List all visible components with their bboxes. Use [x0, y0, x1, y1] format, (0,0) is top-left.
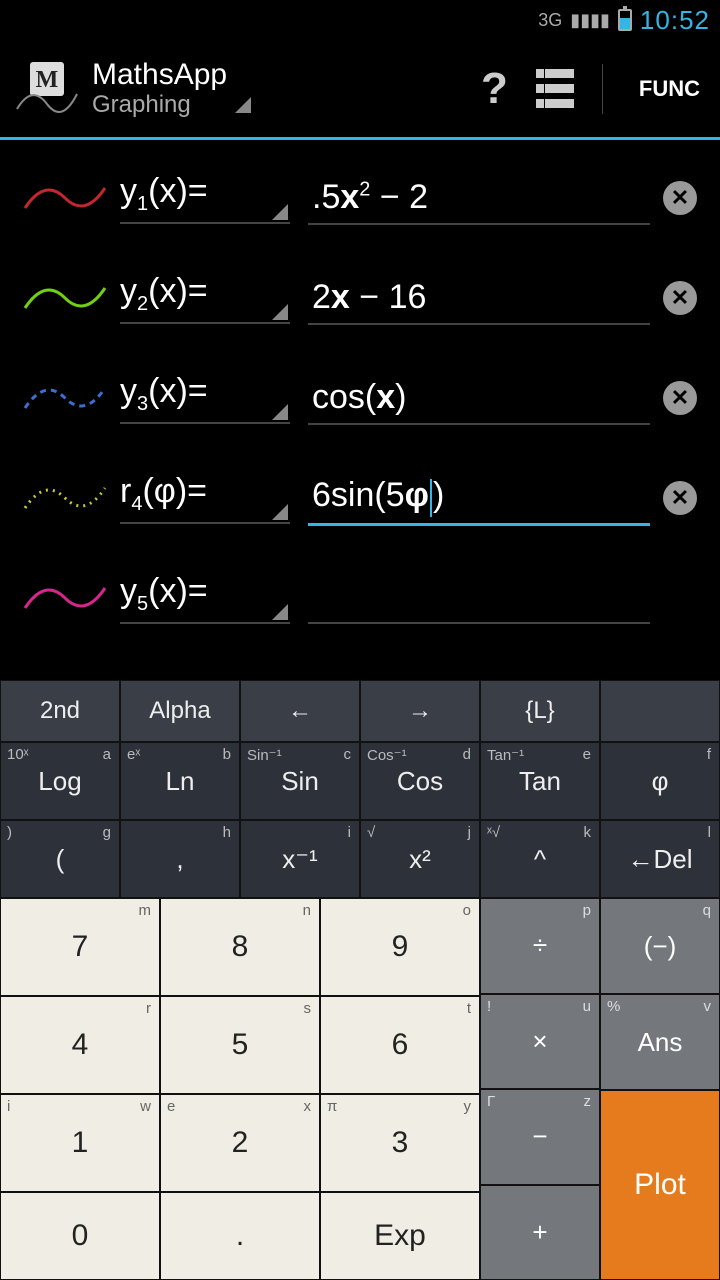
key-button[interactable]: . [160, 1192, 320, 1280]
divider [602, 64, 603, 114]
dropdown-icon [272, 304, 288, 320]
svg-text:M: M [36, 67, 59, 93]
dropdown-icon [235, 97, 251, 113]
key-button[interactable]: ← [240, 680, 360, 742]
func-button[interactable]: FUNC [631, 76, 708, 102]
network-icon: 3G [538, 10, 562, 31]
key-button[interactable]: ix⁻¹ [240, 820, 360, 898]
key-button[interactable]: eˣbLn [120, 742, 240, 820]
app-title-dropdown[interactable]: MathsApp Graphing [92, 58, 481, 119]
equation-row: r4(φ)= 6sin(5φ) ✕ [0, 448, 720, 548]
equation-input[interactable]: 2x − 16 [308, 272, 650, 325]
dropdown-icon [272, 504, 288, 520]
equation-input[interactable]: cos(x) [308, 372, 650, 425]
app-subtitle: Graphing [92, 91, 227, 119]
equation-label-dropdown[interactable]: y1(x)= [120, 172, 290, 224]
help-icon[interactable]: ? [481, 64, 508, 114]
key-button[interactable]: t6 [320, 996, 480, 1094]
key-button[interactable]: n8 [160, 898, 320, 996]
key-button[interactable]: 10ˣaLog [0, 742, 120, 820]
equation-input[interactable]: 6sin(5φ) [308, 470, 650, 525]
equation-label-dropdown[interactable]: y5(x)= [120, 572, 290, 624]
key-button[interactable]: !u× [480, 994, 600, 1090]
equation-row: y5(x)= [0, 548, 720, 648]
curve-preview-icon[interactable] [10, 373, 120, 423]
equation-row: y1(x)= .5x2 − 2 ✕ [0, 148, 720, 248]
curve-preview-icon[interactable] [10, 473, 120, 523]
app-logo-icon[interactable]: M [12, 54, 82, 124]
key-button[interactable]: m7 [0, 898, 160, 996]
equation-input[interactable] [308, 572, 650, 624]
key-button[interactable]: iw1 [0, 1094, 160, 1192]
key-button[interactable]: Cos⁻¹dCos [360, 742, 480, 820]
key-button[interactable]: q(−) [600, 898, 720, 994]
key-button[interactable]: fφ [600, 742, 720, 820]
key-button[interactable]: √jx² [360, 820, 480, 898]
key-button[interactable]: 0 [0, 1192, 160, 1280]
dropdown-icon [272, 604, 288, 620]
app-title: MathsApp [92, 58, 227, 91]
key-button[interactable]: s5 [160, 996, 320, 1094]
equation-input[interactable]: .5x2 − 2 [308, 172, 650, 225]
key-button[interactable]: r4 [0, 996, 160, 1094]
key-button[interactable]: )g( [0, 820, 120, 898]
key-button[interactable]: + [480, 1185, 600, 1280]
equation-list: y1(x)= .5x2 − 2 ✕ y2(x)= 2x − 16 ✕ y3(x)… [0, 140, 720, 648]
clear-icon[interactable]: ✕ [663, 181, 697, 215]
key-button[interactable]: πy3 [320, 1094, 480, 1192]
clock: 10:52 [640, 5, 710, 36]
key-button[interactable]: Alpha [120, 680, 240, 742]
list-icon[interactable] [536, 69, 574, 108]
curve-preview-icon[interactable] [10, 273, 120, 323]
curve-preview-icon[interactable] [10, 173, 120, 223]
dropdown-icon [272, 204, 288, 220]
clear-icon[interactable]: ✕ [663, 381, 697, 415]
app-bar: M MathsApp Graphing ? FUNC [0, 40, 720, 140]
equation-label-dropdown[interactable]: y3(x)= [120, 372, 290, 424]
key-button[interactable]: p÷ [480, 898, 600, 994]
key-button[interactable]: Exp [320, 1192, 480, 1280]
key-button[interactable]: ˣ√k^ [480, 820, 600, 898]
curve-preview-icon[interactable] [10, 573, 120, 623]
key-button[interactable] [600, 680, 720, 742]
keypad: 2ndAlpha←→{L} 10ˣaLogeˣbLnSin⁻¹cSinCos⁻¹… [0, 680, 720, 1280]
key-button[interactable]: o9 [320, 898, 480, 996]
key-button[interactable]: → [360, 680, 480, 742]
equation-row: y3(x)= cos(x) ✕ [0, 348, 720, 448]
key-button[interactable]: l←Del [600, 820, 720, 898]
signal-icon: ▮▮▮▮ [570, 10, 610, 31]
key-button[interactable]: %vAns [600, 994, 720, 1090]
key-button[interactable]: Γz− [480, 1089, 600, 1185]
key-button[interactable]: ex2 [160, 1094, 320, 1192]
battery-icon [618, 9, 632, 31]
clear-icon[interactable]: ✕ [663, 281, 697, 315]
dropdown-icon [272, 404, 288, 420]
equation-label-dropdown[interactable]: r4(φ)= [120, 472, 290, 524]
equation-label-dropdown[interactable]: y2(x)= [120, 272, 290, 324]
key-button[interactable]: Tan⁻¹eTan [480, 742, 600, 820]
clear-icon[interactable]: ✕ [663, 481, 697, 515]
key-button[interactable]: 2nd [0, 680, 120, 742]
key-button[interactable]: Sin⁻¹cSin [240, 742, 360, 820]
key-button[interactable]: {L} [480, 680, 600, 742]
status-bar: 3G ▮▮▮▮ 10:52 [0, 0, 720, 40]
equation-row: y2(x)= 2x − 16 ✕ [0, 248, 720, 348]
key-button[interactable]: h, [120, 820, 240, 898]
plot-button[interactable]: Plot [600, 1090, 720, 1280]
